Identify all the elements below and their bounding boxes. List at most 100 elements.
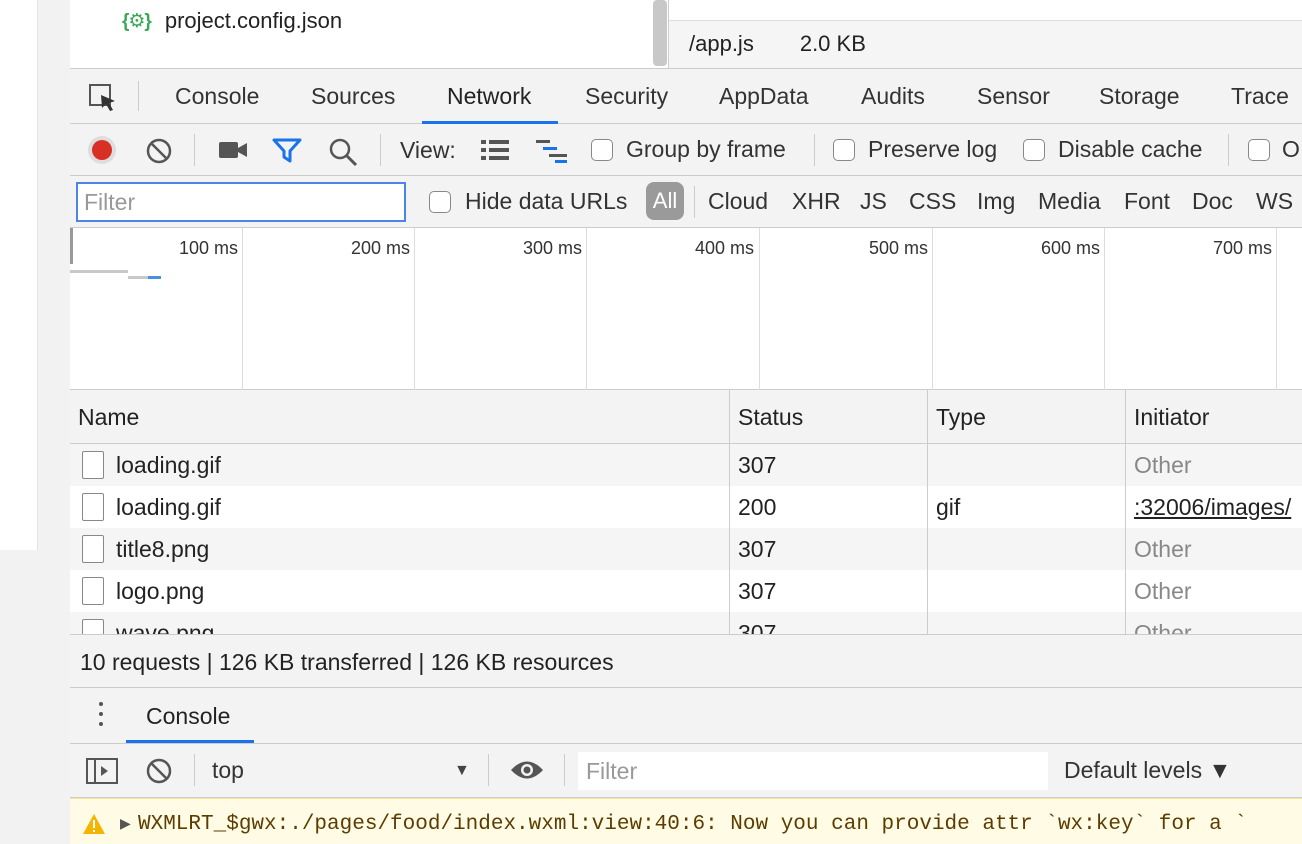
timeline-label: 600 ms bbox=[1040, 238, 1100, 258]
console-warning-message[interactable]: ▶ WXMLRT_$gwx:./pages/food/index.wxml:vi… bbox=[70, 798, 1302, 844]
toolbar-separator bbox=[1228, 134, 1229, 166]
filter-separator bbox=[694, 186, 695, 218]
request-initiator-link[interactable]: :32006/images/ bbox=[1134, 494, 1291, 521]
request-initiator: Other bbox=[1134, 452, 1192, 478]
offline-checkbox[interactable] bbox=[1248, 139, 1270, 161]
record-button[interactable] bbox=[88, 136, 116, 164]
type-filter-font[interactable]: Font bbox=[1124, 188, 1170, 215]
hide-data-urls-label: Hide data URLs bbox=[465, 188, 628, 214]
timeline-gridline bbox=[1104, 228, 1105, 390]
detail-panel: /app.js 2.0 KB bbox=[668, 0, 1302, 68]
offline-label: O bbox=[1282, 136, 1300, 162]
json-braces-icon: {⚙} bbox=[122, 10, 152, 32]
file-tree-item[interactable]: {⚙} project.config.json bbox=[122, 8, 342, 34]
file-icon bbox=[82, 619, 104, 634]
file-icon bbox=[82, 493, 104, 521]
group-by-frame-label: Group by frame bbox=[626, 136, 786, 162]
log-levels-dropdown[interactable]: Default levels ▼ bbox=[1064, 757, 1231, 784]
type-filter-all[interactable]: All bbox=[646, 182, 684, 220]
network-summary: 10 requests | 126 KB transferred | 126 K… bbox=[80, 649, 614, 675]
type-filter-media[interactable]: Media bbox=[1038, 188, 1101, 215]
request-initiator: Other bbox=[1134, 536, 1192, 562]
request-name: loading.gif bbox=[116, 494, 221, 520]
tab-storage[interactable]: Storage bbox=[1099, 83, 1180, 110]
column-header-status[interactable]: Status bbox=[738, 404, 803, 431]
execution-context-select[interactable]: top bbox=[212, 757, 472, 784]
timeline-gridline bbox=[932, 228, 933, 390]
type-filter-doc[interactable]: Doc bbox=[1192, 188, 1233, 215]
clear-console-icon[interactable] bbox=[145, 757, 173, 785]
simulator-edge bbox=[0, 0, 38, 550]
network-filter-input[interactable] bbox=[76, 182, 406, 222]
timeline-label: 100 ms bbox=[178, 238, 238, 258]
type-filter-ws[interactable]: WS bbox=[1256, 188, 1293, 215]
request-name: wave.png bbox=[116, 620, 215, 634]
search-icon[interactable] bbox=[328, 137, 358, 167]
tab-security[interactable]: Security bbox=[585, 83, 668, 110]
table-row[interactable]: loading.gif 307 Other bbox=[70, 444, 1302, 486]
tab-appdata[interactable]: AppData bbox=[719, 83, 809, 110]
type-filter-cloud[interactable]: Cloud bbox=[708, 188, 768, 215]
tab-separator bbox=[138, 81, 139, 111]
tab-network[interactable]: Network bbox=[447, 83, 531, 110]
table-row[interactable]: title8.png 307 Other bbox=[70, 528, 1302, 570]
request-type: gif bbox=[936, 494, 961, 520]
type-filter-xhr[interactable]: XHR bbox=[792, 188, 841, 215]
drawer-tab-console[interactable]: Console bbox=[146, 703, 230, 730]
filter-funnel-icon[interactable] bbox=[272, 137, 302, 165]
column-divider[interactable] bbox=[729, 390, 730, 634]
tab-sensor[interactable]: Sensor bbox=[977, 83, 1050, 110]
show-sidebar-icon[interactable] bbox=[86, 757, 118, 785]
column-header-name[interactable]: Name bbox=[78, 404, 139, 431]
more-tools-kebab-icon[interactable] bbox=[98, 702, 104, 730]
request-status: 307 bbox=[738, 578, 777, 604]
toolbar-separator bbox=[488, 754, 489, 786]
large-rows-list-icon[interactable] bbox=[480, 138, 510, 162]
timeline-label: 500 ms bbox=[868, 238, 928, 258]
column-divider[interactable] bbox=[1125, 390, 1126, 634]
group-by-frame-checkbox[interactable] bbox=[591, 139, 613, 161]
screenshot-camera-icon[interactable] bbox=[218, 138, 248, 162]
preserve-log-checkbox[interactable] bbox=[833, 139, 855, 161]
inspect-element-icon[interactable] bbox=[88, 83, 118, 113]
type-filter-css[interactable]: CSS bbox=[909, 188, 956, 215]
network-timeline-overview[interactable]: 100 ms 200 ms 300 ms 400 ms 500 ms 600 m… bbox=[70, 228, 1302, 390]
request-status: 307 bbox=[738, 536, 777, 562]
type-filter-js[interactable]: JS bbox=[860, 188, 887, 215]
disable-cache-checkbox[interactable] bbox=[1023, 139, 1045, 161]
waterfall-overview-icon[interactable] bbox=[535, 138, 569, 164]
table-row[interactable]: wave.png 307 Other bbox=[70, 612, 1302, 634]
expand-caret-icon[interactable]: ▶ bbox=[120, 815, 131, 832]
hide-data-urls-checkbox[interactable] bbox=[429, 191, 451, 213]
devtools-tab-bar: Console Sources Network Security AppData… bbox=[70, 68, 1302, 124]
drawer-active-tab-indicator bbox=[126, 740, 254, 743]
toolbar-separator bbox=[194, 134, 195, 166]
timeline-gridline bbox=[414, 228, 415, 390]
column-header-type[interactable]: Type bbox=[936, 404, 986, 431]
column-header-initiator[interactable]: Initiator bbox=[1134, 404, 1209, 431]
warning-icon bbox=[83, 814, 105, 834]
column-divider[interactable] bbox=[927, 390, 928, 634]
request-status: 307 bbox=[738, 620, 777, 634]
file-icon bbox=[82, 577, 104, 605]
tab-trace[interactable]: Trace bbox=[1231, 83, 1289, 110]
tab-console[interactable]: Console bbox=[175, 83, 259, 110]
file-icon bbox=[82, 535, 104, 563]
file-icon bbox=[82, 451, 104, 479]
type-filter-img[interactable]: Img bbox=[977, 188, 1015, 215]
tab-audits[interactable]: Audits bbox=[861, 83, 925, 110]
tab-sources[interactable]: Sources bbox=[311, 83, 395, 110]
detail-path: /app.js bbox=[689, 31, 754, 56]
table-row[interactable]: logo.png 307 Other bbox=[70, 570, 1302, 612]
file-tree-scrollbar[interactable] bbox=[653, 0, 667, 66]
view-label: View: bbox=[400, 137, 456, 163]
request-status: 200 bbox=[738, 494, 777, 520]
console-filter-input[interactable] bbox=[578, 752, 1048, 790]
table-row[interactable]: loading.gif 200 gif :32006/images/ bbox=[70, 486, 1302, 528]
timeline-label: 300 ms bbox=[522, 238, 582, 258]
live-expression-eye-icon[interactable] bbox=[510, 759, 544, 781]
clear-icon[interactable] bbox=[145, 137, 173, 165]
request-initiator: Other bbox=[1134, 620, 1192, 634]
record-icon bbox=[92, 140, 112, 160]
disable-cache-label: Disable cache bbox=[1058, 136, 1203, 162]
